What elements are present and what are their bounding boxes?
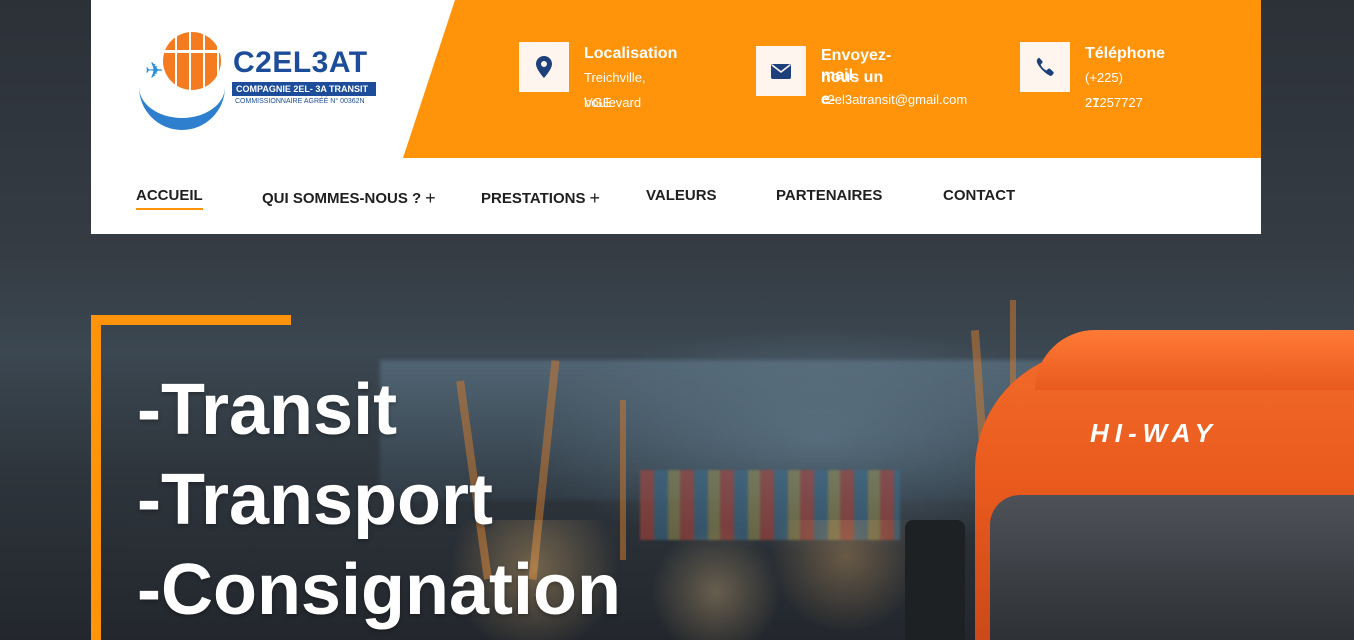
email-title-line-2: mail bbox=[821, 67, 854, 84]
nav-valeurs[interactable]: VALEURS bbox=[646, 187, 717, 204]
nav-label: VALEURS bbox=[646, 187, 717, 204]
main-nav: ACCUEIL QUI SOMMES-NOUS ? + PRESTATIONS + … bbox=[91, 158, 1261, 234]
phone-title: Téléphone bbox=[1085, 45, 1166, 62]
truck-mirror bbox=[905, 520, 965, 640]
nav-partenaires[interactable]: PARTENAIRES bbox=[776, 187, 882, 204]
logo-agreement: COMMISSIONNAIRE AGRÉÉ N° 00362N bbox=[235, 98, 365, 105]
nav-label: QUI SOMMES-NOUS ? bbox=[262, 190, 422, 207]
location-line-2: VGE bbox=[584, 95, 612, 110]
nav-label: PARTENAIRES bbox=[776, 187, 883, 204]
hero-frame-top bbox=[91, 315, 291, 325]
truck-roof bbox=[1035, 330, 1354, 390]
nav-prestations[interactable]: PRESTATIONS + bbox=[481, 187, 600, 208]
nav-label: CONTACT bbox=[943, 187, 1016, 204]
truck-brand-text: HI-WAY bbox=[1090, 418, 1218, 448]
nav-accueil[interactable]: ACCUEIL bbox=[136, 187, 203, 210]
truck-windshield bbox=[990, 495, 1354, 640]
plus-icon: + bbox=[589, 188, 600, 208]
nav-label: ACCUEIL bbox=[136, 187, 203, 204]
site-header: ✈ C2EL3AT COMPAGNIE 2EL- 3A TRANSIT COMM… bbox=[91, 0, 1261, 234]
email-address[interactable]: c2el3atransit@gmail.com bbox=[821, 87, 967, 112]
location-title: Localisation bbox=[584, 45, 678, 62]
envelope-icon bbox=[756, 46, 806, 96]
logo-swoosh-icon bbox=[139, 82, 225, 130]
globe-icon bbox=[163, 32, 221, 90]
nav-qui-sommes-nous[interactable]: QUI SOMMES-NOUS ? + bbox=[262, 187, 436, 208]
truck-image: HI-WAY bbox=[905, 330, 1354, 640]
hero-frame-left bbox=[91, 315, 101, 640]
hero-line-transport: -Transport bbox=[137, 460, 494, 540]
airplane-icon: ✈ bbox=[145, 58, 164, 83]
logo-subtitle: COMPAGNIE 2EL- 3A TRANSIT bbox=[232, 82, 376, 96]
nav-contact[interactable]: CONTACT bbox=[943, 187, 1015, 204]
header-topbar: ✈ C2EL3AT COMPAGNIE 2EL- 3A TRANSIT COMM… bbox=[91, 0, 1261, 158]
hero-line-consignation: -Consignation bbox=[137, 550, 621, 630]
hero-line-transit: -Transit bbox=[137, 370, 398, 450]
phone-icon bbox=[1020, 42, 1070, 92]
logo-title: C2EL3AT bbox=[233, 46, 368, 79]
logo[interactable]: ✈ C2EL3AT COMPAGNIE 2EL- 3A TRANSIT COMM… bbox=[135, 30, 385, 134]
map-pin-icon bbox=[519, 42, 569, 92]
nav-label: PRESTATIONS bbox=[481, 190, 586, 207]
phone-line-2[interactable]: 21257727 bbox=[1085, 90, 1143, 115]
plus-icon: + bbox=[425, 188, 436, 208]
